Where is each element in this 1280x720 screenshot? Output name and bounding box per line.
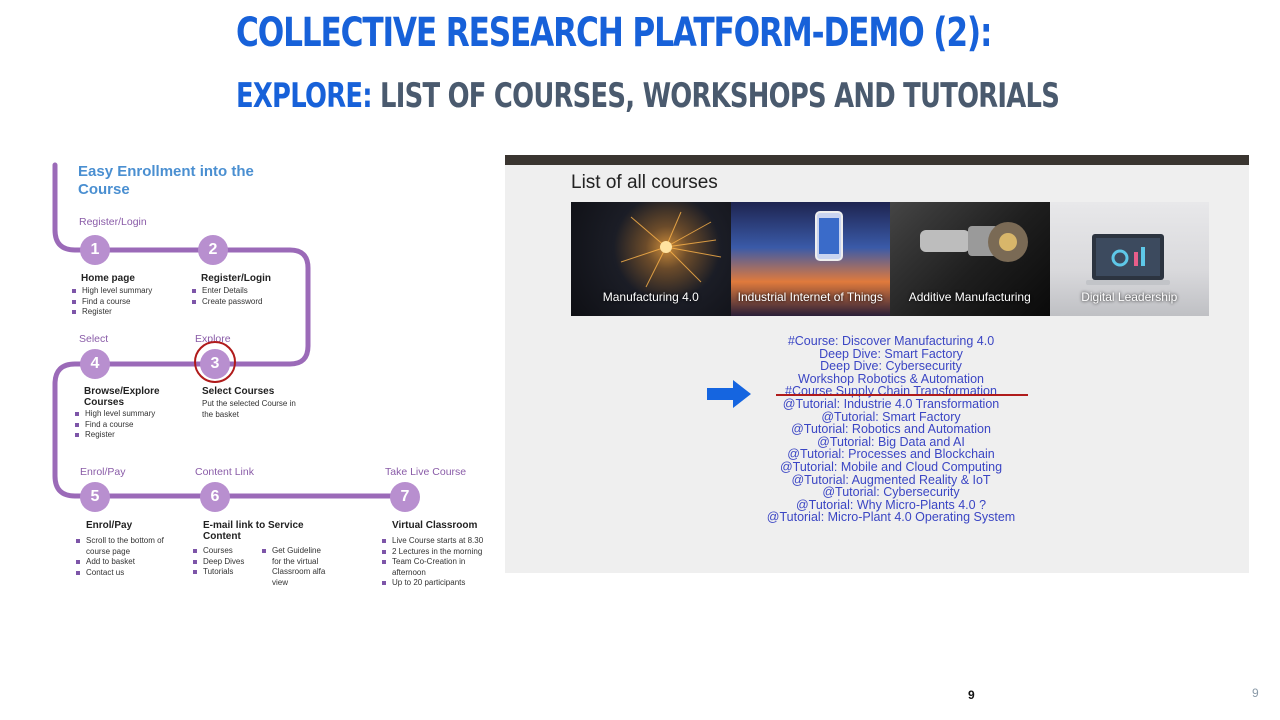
step-4-circle: 4 (80, 349, 110, 379)
list-item: High level summary (75, 409, 155, 420)
enrollment-heading: Easy Enrollment into the Course (78, 163, 254, 198)
step-2-title: Register/Login (201, 273, 272, 284)
stage-content: Content Link (195, 466, 254, 478)
step-6-title: E-mail link to Service Content (203, 520, 304, 542)
list-item: Deep Dives (193, 557, 244, 568)
step-4-bullets: High level summary Find a course Registe… (75, 409, 155, 441)
list-item: Live Course starts at 8.30 (382, 536, 497, 547)
course-link[interactable]: @Tutorial: Mobile and Cloud Computing (715, 461, 1067, 474)
step-4-title: Browse/Explore Courses (84, 386, 160, 408)
list-item: 2 Lectures in the morning (382, 547, 497, 558)
course-tile-label: Industrial Internet of Things (737, 290, 883, 304)
course-tile-label: Additive Manufacturing (908, 290, 1031, 304)
step-6-bullets: Courses Deep Dives Tutorials (193, 546, 244, 578)
list-item: Up to 20 participants (382, 578, 497, 589)
step-7-title: Virtual Classroom (392, 520, 478, 531)
list-item: Scroll to the bottom of course page (76, 536, 176, 557)
list-item: Find a course (75, 420, 155, 431)
step-6-guideline: Get Guideline for the virtual Classroom … (262, 546, 330, 588)
enrollment-diagram: Easy Enrollment into the Course Register… (50, 160, 500, 600)
course-tile-label: Manufacturing 4.0 (602, 290, 699, 304)
page-number: 9 (968, 688, 975, 702)
list-item: Get Guideline for the virtual Classroom … (262, 546, 330, 588)
course-link[interactable]: @Tutorial: Micro-Plant 4.0 Operating Sys… (715, 511, 1067, 524)
list-item: Find a course (72, 297, 152, 308)
stage-register: Register/Login (79, 216, 147, 228)
course-link[interactable]: @Tutorial: Industrie 4.0 Transformation (715, 398, 1067, 411)
slide-subtitle: Explore: List of courses, workshops and … (236, 76, 1060, 116)
step-1-circle: 1 (80, 235, 110, 265)
course-tiles: Manufacturing 4.0 Industrial Internet of… (571, 202, 1209, 316)
courses-panel: List of all courses Manufacturing 4.0 In… (505, 155, 1249, 573)
step-5-title: Enrol/Pay (86, 520, 133, 531)
stage-select: Select (79, 333, 109, 345)
course-link[interactable]: Deep Dive: Cybersecurity (715, 360, 1067, 373)
panel-top-strip (505, 155, 1249, 165)
list-item: Tutorials (193, 567, 244, 578)
course-link[interactable]: @Tutorial: Robotics and Automation (715, 423, 1067, 436)
step-2-circle: 2 (198, 235, 228, 265)
list-item: Enter Details (192, 286, 262, 297)
step-2-bullets: Enter Details Create password (192, 286, 262, 307)
step-1-bullets: High level summary Find a course Registe… (72, 286, 152, 318)
course-tile-leadership[interactable]: Digital Leadership (1049, 202, 1209, 316)
list-item: Contact us (76, 568, 176, 579)
course-link-list: #Course: Discover Manufacturing 4.0 Deep… (715, 335, 1067, 524)
highlight-underline (776, 394, 1028, 396)
courses-panel-title: List of all courses (571, 172, 718, 193)
list-item: Team Co-Creation in afternoon (382, 557, 497, 578)
list-item: Register (72, 307, 152, 318)
list-item: Create password (192, 297, 262, 308)
stage-live: Take Live Course (385, 466, 467, 478)
step-3-title: Select Courses (202, 386, 275, 397)
course-tile-iiot[interactable]: Industrial Internet of Things (730, 202, 890, 316)
course-link[interactable]: #Course: Discover Manufacturing 4.0 (715, 335, 1067, 348)
step-7-circle: 7 (390, 482, 420, 512)
step-6-circle: 6 (200, 482, 230, 512)
stage-enrol: Enrol/Pay (80, 466, 126, 478)
slide-number: 9 (1252, 686, 1259, 700)
list-item: Courses (193, 546, 244, 557)
slide-title: Collective Research Platform-Demo (2): (236, 10, 992, 56)
subtitle-text: List of courses, workshops and tutorials (371, 76, 1060, 116)
course-tile-label: Digital Leadership (1081, 290, 1178, 304)
course-tile-manufacturing[interactable]: Manufacturing 4.0 (571, 202, 731, 316)
course-tile-additive[interactable]: Additive Manufacturing (890, 202, 1050, 316)
list-item: High level summary (72, 286, 152, 297)
subtitle-accent: Explore: (236, 76, 373, 116)
list-item: Add to basket (76, 557, 176, 568)
course-link[interactable]: @Tutorial: Cybersecurity (715, 486, 1067, 499)
step-7-bullets: Live Course starts at 8.30 2 Lectures in… (382, 536, 497, 589)
step-3-desc: Put the selected Course in the basket (202, 399, 296, 419)
list-item: Register (75, 430, 155, 441)
step-3-highlight-ring (194, 341, 236, 383)
step-1-title: Home page (81, 273, 135, 284)
step-5-bullets: Scroll to the bottom of course page Add … (76, 536, 176, 578)
step-5-circle: 5 (80, 482, 110, 512)
